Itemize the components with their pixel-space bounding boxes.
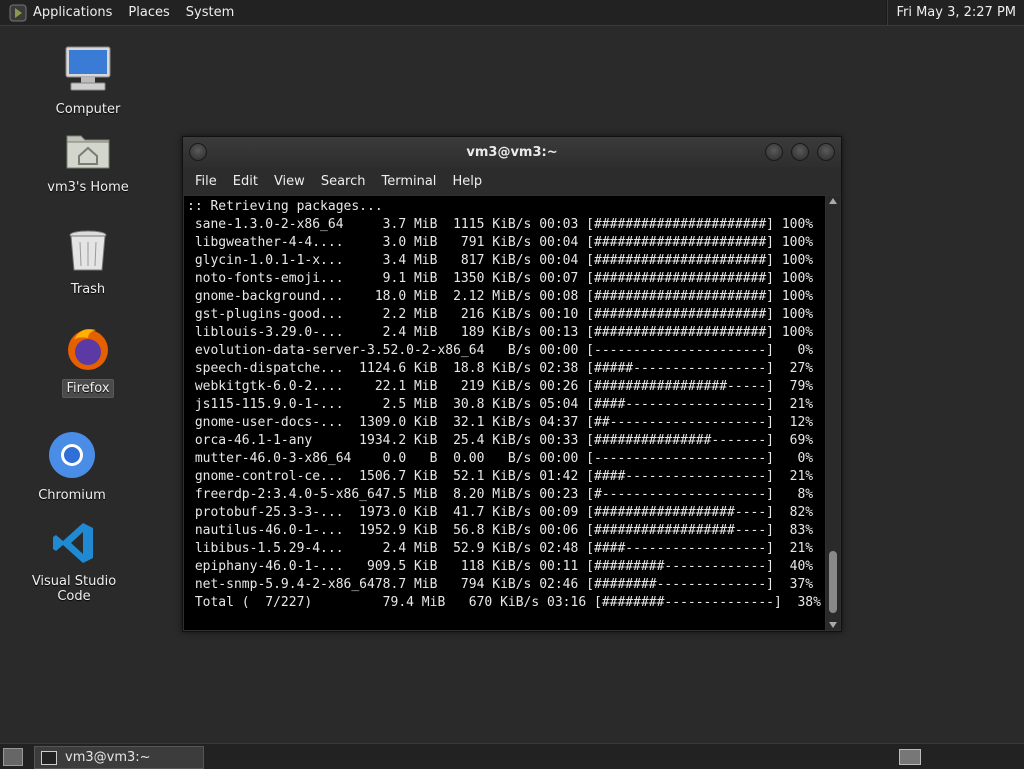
terminal-line: epiphany-46.0-1-... 909.5 KiB 118 KiB/s … <box>187 559 814 574</box>
menu-places[interactable]: Places <box>120 0 177 25</box>
menu-system[interactable]: System <box>178 0 242 25</box>
terminal-line: evolution-data-server-3.52.0-2-x86_64 B/… <box>187 343 814 358</box>
desktop-icon-firefox[interactable]: Firefox <box>33 326 143 398</box>
menu-edit[interactable]: Edit <box>225 174 266 189</box>
terminal-scrollbar[interactable] <box>826 196 840 630</box>
distro-logo-icon[interactable] <box>9 4 27 22</box>
computer-icon <box>65 46 111 91</box>
desktop-icon-chromium[interactable]: Chromium <box>17 430 127 504</box>
trash-icon <box>69 230 107 271</box>
window-titlebar[interactable]: vm3@vm3:~ <box>183 137 841 167</box>
scroll-down-icon[interactable] <box>829 622 837 628</box>
menu-view[interactable]: View <box>266 174 313 189</box>
menu-terminal[interactable]: Terminal <box>373 174 444 189</box>
taskbar-window-button[interactable]: vm3@vm3:~ <box>34 746 204 769</box>
terminal-line: noto-fonts-emoji... 9.1 MiB 1350 KiB/s 0… <box>187 271 814 286</box>
menu-help[interactable]: Help <box>444 174 490 189</box>
desktop-icon-home[interactable]: vm3's Home <box>33 128 143 196</box>
terminal-line: protobuf-25.3-3-... 1973.0 KiB 41.7 KiB/… <box>187 505 814 520</box>
workspace-switcher[interactable] <box>899 749 921 765</box>
minimize-button[interactable] <box>765 143 783 161</box>
terminal-line: libgweather-4-4.... 3.0 MiB 791 KiB/s 00… <box>187 235 814 250</box>
show-desktop-icon[interactable] <box>3 748 23 766</box>
terminal-line: mutter-46.0-3-x86_64 0.0 B 0.00 B/s 00:0… <box>187 451 814 466</box>
close-button[interactable] <box>817 143 835 161</box>
taskbar-window-label: vm3@vm3:~ <box>65 750 151 765</box>
menu-search[interactable]: Search <box>313 174 374 189</box>
terminal-line: nautilus-46.0-1-... 1952.9 KiB 56.8 KiB/… <box>187 523 814 538</box>
terminal-line: gnome-background... 18.0 MiB 2.12 MiB/s … <box>187 289 814 304</box>
terminal-menubar: File Edit View Search Terminal Help <box>183 167 841 195</box>
terminal-icon <box>41 750 57 765</box>
window-menu-icon[interactable] <box>189 143 207 161</box>
terminal-line: :: Retrieving packages... <box>187 199 383 214</box>
terminal-line: orca-46.1-1-any 1934.2 KiB 25.4 KiB/s 00… <box>187 433 814 448</box>
top-panel: Applications Places System Fri May 3, 2:… <box>0 0 1024 26</box>
chromium-icon <box>49 432 95 478</box>
terminal-line: glycin-1.0.1-1-x... 3.4 MiB 817 KiB/s 00… <box>187 253 814 268</box>
scroll-up-icon[interactable] <box>829 198 837 204</box>
terminal-line: net-snmp-5.9.4-2-x86_6478.7 MiB 794 KiB/… <box>187 577 814 592</box>
desktop-icon-label: vm3's Home <box>47 180 129 195</box>
desktop-icon-computer[interactable]: Computer <box>33 44 143 118</box>
terminal-line: webkitgtk-6.0-2.... 22.1 MiB 219 KiB/s 0… <box>187 379 814 394</box>
terminal-line: sane-1.3.0-2-x86_64 3.7 MiB 1115 KiB/s 0… <box>187 217 814 232</box>
desktop-icon-label: Computer <box>55 102 121 117</box>
desktop-icon-label: Visual Studio Code <box>31 574 117 604</box>
firefox-icon <box>68 329 108 370</box>
terminal-output[interactable]: :: Retrieving packages... sane-1.3.0-2-x… <box>184 196 825 630</box>
desktop-icon-label: Trash <box>70 282 106 297</box>
bottom-panel: vm3@vm3:~ <box>0 743 1024 769</box>
desktop-icon-vscode[interactable]: Visual Studio Code <box>19 520 129 605</box>
terminal-line: speech-dispatche... 1124.6 KiB 18.8 KiB/… <box>187 361 814 376</box>
desktop-icon-label: Firefox <box>62 379 114 398</box>
desktop-icon-label: Chromium <box>38 488 106 503</box>
menu-applications[interactable]: Applications <box>31 0 120 25</box>
terminal-line: gst-plugins-good... 2.2 MiB 216 KiB/s 00… <box>187 307 814 322</box>
terminal-text: :: Retrieving packages... sane-1.3.0-2-x… <box>184 196 825 614</box>
terminal-line: js115-115.9.0-1-... 2.5 MiB 30.8 KiB/s 0… <box>187 397 814 412</box>
vscode-icon <box>53 523 93 563</box>
terminal-window[interactable]: vm3@vm3:~ File Edit View Search Terminal… <box>182 136 842 632</box>
maximize-button[interactable] <box>791 143 809 161</box>
terminal-line: freerdp-2:3.4.0-5-x86_647.5 MiB 8.20 MiB… <box>187 487 814 502</box>
terminal-line: liblouis-3.29.0-... 2.4 MiB 189 KiB/s 00… <box>187 325 814 340</box>
window-title: vm3@vm3:~ <box>466 144 558 160</box>
clock[interactable]: Fri May 3, 2:27 PM <box>888 5 1024 20</box>
menu-file[interactable]: File <box>187 174 225 189</box>
terminal-line: Total ( 7/227) 79.4 MiB 670 KiB/s 03:16 … <box>187 595 821 610</box>
scrollbar-thumb[interactable] <box>829 551 837 613</box>
desktop-icon-trash[interactable]: Trash <box>33 228 143 298</box>
terminal-line: libibus-1.5.29-4... 2.4 MiB 52.9 KiB/s 0… <box>187 541 814 556</box>
terminal-line: gnome-user-docs-... 1309.0 KiB 32.1 KiB/… <box>187 415 814 430</box>
terminal-line: gnome-control-ce... 1506.7 KiB 52.1 KiB/… <box>187 469 814 484</box>
home-folder-icon <box>66 135 110 169</box>
